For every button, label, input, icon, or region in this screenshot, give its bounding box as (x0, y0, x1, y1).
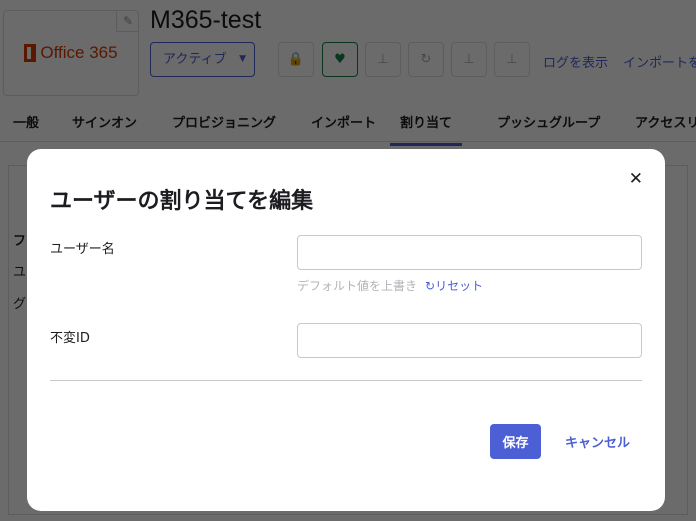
immutable-id-label: 不変ID (50, 331, 90, 346)
tab-signon[interactable]: サインオン (72, 112, 137, 131)
immutable-id-input[interactable] (297, 323, 642, 358)
user-remove-icon[interactable]: ⊥ (494, 42, 530, 77)
tab-provisioning[interactable]: プロビジョニング (172, 112, 276, 131)
edit-assignment-modal: ユーザーの割り当てを編集 ✕ ユーザー名 デフォルト値を上書き ↻リセット 不変I… (27, 149, 665, 511)
user-add-icon[interactable]: ⊥ (451, 42, 487, 77)
app-title: M365-test (150, 6, 262, 34)
override-hint: デフォルト値を上書き ↻リセット (297, 277, 483, 294)
tab-general[interactable]: 一般 (13, 112, 39, 131)
office-logo-icon (24, 44, 37, 62)
modal-title: ユーザーの割り当てを編集 (50, 189, 314, 214)
tab-access[interactable]: アクセスリ (635, 112, 696, 131)
import-link[interactable]: インポートを (623, 52, 696, 71)
user-icon[interactable]: ⊥ (365, 42, 401, 77)
close-icon[interactable]: ✕ (629, 169, 643, 189)
divider (50, 380, 642, 381)
username-label: ユーザー名 (50, 242, 115, 257)
save-button[interactable]: 保存 (490, 424, 541, 459)
bg-row: グ (13, 297, 27, 312)
tab-import[interactable]: インポート (311, 112, 376, 131)
logo-text: Office 365 (40, 43, 118, 62)
reset-link[interactable]: ↻リセット (425, 279, 483, 293)
status-dropdown[interactable]: アクティブ ▼ (150, 42, 255, 77)
reset-label: リセット (435, 279, 484, 293)
username-input[interactable] (297, 235, 642, 270)
reset-icon: ↻ (425, 279, 436, 293)
caret-down-icon: ▼ (239, 54, 246, 64)
lock-user-icon[interactable]: 🔒 (278, 42, 314, 77)
view-logs-link[interactable]: ログを表示 (543, 52, 608, 71)
cancel-button[interactable]: キャンセル (565, 432, 630, 451)
tab-assignments[interactable]: 割り当て (390, 112, 463, 146)
edit-logo-icon[interactable]: ✎ (116, 10, 139, 32)
status-label: アクティブ (163, 52, 227, 67)
refresh-icon[interactable]: ↻ (408, 42, 444, 77)
tab-bar: 一般 サインオン プロビジョニング インポート 割り当て プッシュグループ アク… (0, 100, 696, 146)
bg-row: フ (13, 234, 27, 249)
heart-icon[interactable]: ♥ (322, 42, 358, 77)
bg-row: ユ (13, 265, 27, 280)
override-hint-text: デフォルト値を上書き (297, 279, 418, 293)
tab-push-groups[interactable]: プッシュグループ (497, 112, 600, 131)
